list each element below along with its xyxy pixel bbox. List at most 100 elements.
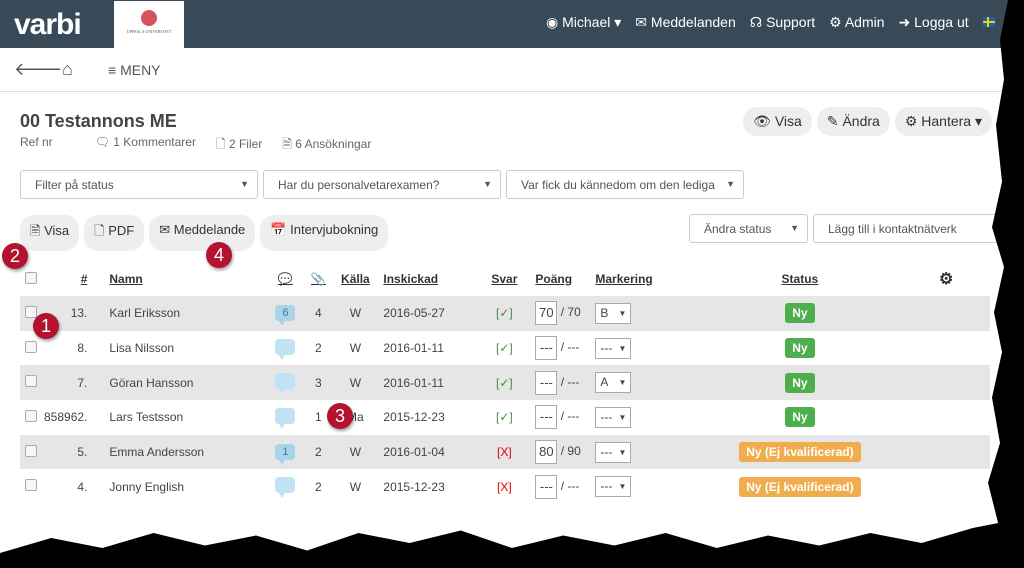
row-checkbox[interactable] xyxy=(25,479,37,492)
logout-icon: ➜ xyxy=(898,14,911,30)
score-max: / --- xyxy=(560,478,580,493)
table-row[interactable]: 5. Emma Andersson 1 2 W 2016-01-04 [X] 8… xyxy=(20,434,990,470)
score-input[interactable]: 70 xyxy=(535,301,558,326)
comment-bubble-icon[interactable] xyxy=(275,373,296,395)
score-max: / 70 xyxy=(560,305,581,320)
row-checkbox[interactable] xyxy=(25,375,37,388)
table-row[interactable]: 7. Göran Hansson 3 W 2016-01-11 [✓] --- … xyxy=(20,365,990,401)
menu-button[interactable]: ≡ MENY xyxy=(108,62,161,78)
edit-button[interactable]: ✎ Ändra xyxy=(816,107,890,136)
status-badge[interactable]: Ny xyxy=(785,407,815,428)
col-points[interactable]: Poäng xyxy=(527,262,587,296)
status-badge[interactable]: Ny xyxy=(785,372,815,393)
interview-booking-button[interactable]: 📅 Intervjubokning xyxy=(260,215,389,251)
applications-link[interactable]: 🗎 6 Ansökningar xyxy=(282,135,381,156)
answer-indicator[interactable]: [✓] xyxy=(481,296,528,331)
view-button[interactable]: 👁 Visa xyxy=(743,107,812,136)
applicant-name[interactable]: Göran Hansson xyxy=(87,365,270,401)
table-row[interactable]: 4. Jonny English 2 W 2015-12-23 [X] --- … xyxy=(20,469,990,504)
answer-indicator[interactable]: [✓] xyxy=(481,331,527,366)
gear-icon[interactable]: ⚙ xyxy=(902,262,990,296)
page-title: 00 Testannons ME xyxy=(20,111,177,131)
table-row[interactable]: 858962. Lars Testsson 1 Ma 2015-12-23 [✓… xyxy=(20,400,990,435)
question-filter-1[interactable]: Har du personalvetarexamen? ▼ xyxy=(263,170,501,199)
score-input[interactable]: --- xyxy=(535,405,558,430)
top-bar: varbi UPPSALA UNIVERSITET ◉ Michael ▾ ✉ M… xyxy=(0,0,1024,48)
comment-bubble-icon[interactable] xyxy=(275,338,296,360)
row-number: 5. xyxy=(44,434,88,470)
marking-select[interactable]: --- xyxy=(595,476,632,498)
file-count: 2 xyxy=(301,434,336,470)
varbi-logo[interactable]: varbi xyxy=(14,8,82,42)
row-number: 7. xyxy=(44,365,88,401)
comment-bubble-icon[interactable] xyxy=(275,477,296,499)
answer-indicator[interactable]: [✓] xyxy=(481,365,528,401)
status-filter[interactable]: Filter på status ▼ xyxy=(20,170,258,199)
applicant-name[interactable]: Lars Testsson xyxy=(87,400,269,435)
col-answer[interactable]: Svar xyxy=(481,262,527,296)
table-row[interactable]: 13. Karl Eriksson 6 4 W 2016-05-27 [✓] 7… xyxy=(20,296,990,331)
marking-select[interactable]: --- xyxy=(595,337,632,359)
table-row[interactable]: 8. Lisa Nilsson 2 W 2016-01-11 [✓] --- /… xyxy=(20,331,990,366)
score-input[interactable]: --- xyxy=(535,474,558,499)
score-input[interactable]: 80 xyxy=(535,440,558,465)
marking-select[interactable]: B xyxy=(595,302,632,324)
applicant-name[interactable]: Emma Andersson xyxy=(87,434,270,470)
pdf-button[interactable]: 🗋 PDF xyxy=(84,215,145,251)
applicants-table: # Namn 💬 📎 Källa Inskickad Svar Poäng Ma… xyxy=(20,262,990,504)
answer-indicator[interactable]: [✓] xyxy=(481,400,527,435)
university-logo: UPPSALA UNIVERSITET xyxy=(114,1,184,48)
marking-select[interactable]: A xyxy=(595,372,632,394)
marking-select[interactable]: --- xyxy=(595,406,632,428)
torn-edge-bottom xyxy=(0,518,1024,568)
top-nav-cogs[interactable]: ⚙ Admin xyxy=(829,14,884,31)
comment-bubble-icon[interactable]: 6 xyxy=(275,305,296,327)
applicant-name[interactable]: Karl Eriksson xyxy=(87,296,270,331)
row-checkbox[interactable] xyxy=(25,340,37,353)
manage-button[interactable]: ⚙ Hantera ▾ xyxy=(894,107,992,136)
submitted-date: 2016-01-11 xyxy=(375,365,482,401)
comment-bubble-icon[interactable]: 1 xyxy=(275,444,296,466)
col-marking[interactable]: Markering xyxy=(587,262,697,296)
applicant-name[interactable]: Jonny English xyxy=(87,469,269,504)
change-status-select[interactable]: Ändra status ▼ xyxy=(689,214,808,243)
top-nav-headset[interactable]: ☊ Support xyxy=(750,14,815,31)
home-icon[interactable]: ⌂ xyxy=(62,59,73,80)
status-badge[interactable]: Ny xyxy=(785,303,815,324)
top-nav-user[interactable]: ◉ Michael ▾ xyxy=(546,14,621,31)
comment-bubble-icon[interactable] xyxy=(275,407,296,429)
marking-select[interactable]: --- xyxy=(595,441,632,463)
row-checkbox[interactable] xyxy=(25,444,37,457)
col-num[interactable]: # xyxy=(44,262,88,296)
status-badge[interactable]: Ny (Ej kvalificerad) xyxy=(739,442,861,463)
question-filter-2[interactable]: Var fick du kännedom om den lediga ▼ xyxy=(506,170,744,199)
select-all-checkbox[interactable] xyxy=(25,271,37,284)
answer-indicator[interactable]: [X] xyxy=(481,469,527,504)
view-selected-button[interactable]: 🗎 Visa xyxy=(20,215,80,251)
col-name[interactable]: Namn xyxy=(87,262,269,296)
col-submitted[interactable]: Inskickad xyxy=(375,262,481,296)
comments-link[interactable]: 🗨 1 Kommentarer xyxy=(95,135,206,156)
files-link[interactable]: 🗋 2 Filer xyxy=(216,135,272,156)
answer-indicator[interactable]: [X] xyxy=(481,434,528,470)
swedish-flag-icon[interactable] xyxy=(982,17,995,27)
back-arrow-icon[interactable]: 🡐 xyxy=(14,59,62,80)
applicant-name[interactable]: Lisa Nilsson xyxy=(87,331,269,366)
source: W xyxy=(349,479,362,494)
message-button[interactable]: ✉ Meddelande xyxy=(149,215,256,251)
top-nav-logout[interactable]: ➜ Logga ut xyxy=(899,14,969,31)
row-checkbox[interactable] xyxy=(25,409,37,422)
col-status[interactable]: Status xyxy=(697,262,902,296)
score-input[interactable]: --- xyxy=(535,336,558,361)
headset-icon: ☊ xyxy=(749,14,763,30)
row-checkbox[interactable] xyxy=(25,305,37,318)
col-source[interactable]: Källa xyxy=(335,262,375,296)
callout-3: 3 xyxy=(327,403,353,429)
top-nav-envelope[interactable]: ✉ Meddelanden xyxy=(635,14,735,31)
score-max: / --- xyxy=(560,340,580,355)
status-badge[interactable]: Ny xyxy=(785,338,815,359)
score-input[interactable]: --- xyxy=(535,370,558,395)
status-badge[interactable]: Ny (Ej kvalificerad) xyxy=(739,476,861,497)
envelope-icon: ✉ xyxy=(635,14,648,30)
add-to-network-select[interactable]: Lägg till i kontaktnätverk xyxy=(813,214,1003,243)
